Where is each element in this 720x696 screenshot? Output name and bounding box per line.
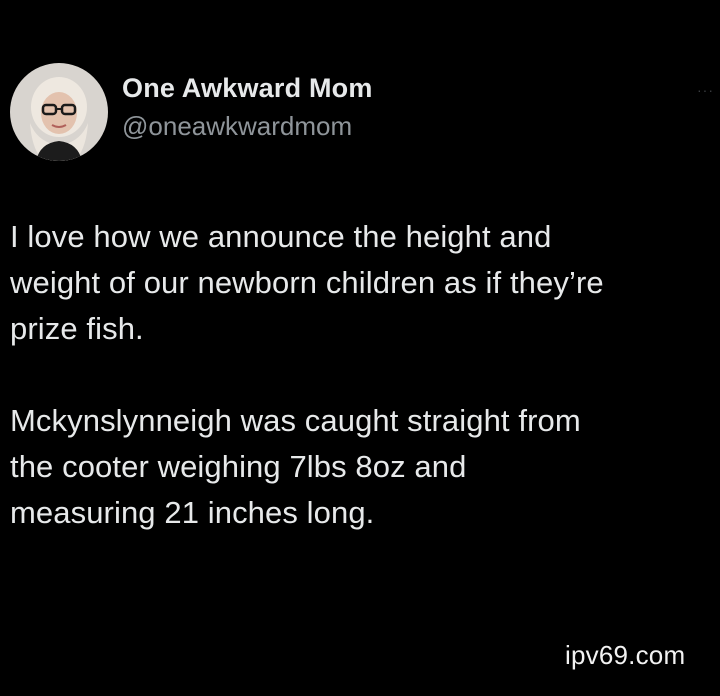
author-names: One Awkward Mom @oneawkwardmom: [122, 71, 373, 143]
display-name[interactable]: One Awkward Mom: [122, 71, 373, 105]
user-handle[interactable]: @oneawkwardmom: [122, 109, 373, 143]
tweet-header: One Awkward Mom @oneawkwardmom: [10, 62, 373, 162]
tweet-paragraph: Mckynslynneigh was caught straight from …: [10, 403, 581, 530]
tweet-card: One Awkward Mom @oneawkwardmom ··· I lov…: [0, 0, 720, 696]
tweet-paragraph: I love how we announce the height and we…: [10, 219, 604, 346]
tweet-text: I love how we announce the height and we…: [10, 214, 720, 536]
avatar[interactable]: [10, 63, 108, 161]
watermark: ipv69.com: [565, 640, 686, 670]
more-options-icon[interactable]: ···: [697, 82, 714, 98]
avatar-photo-icon: [10, 63, 108, 161]
